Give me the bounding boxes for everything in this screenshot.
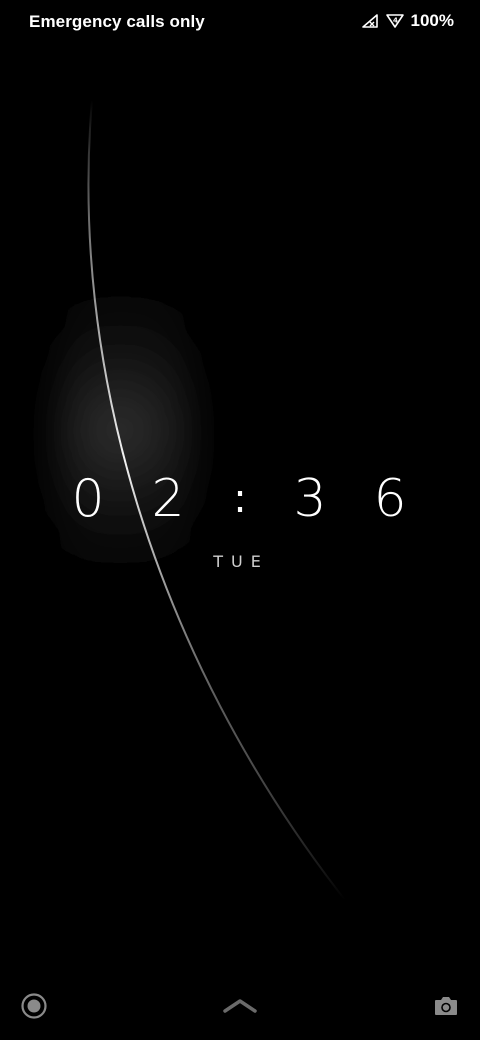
carrier-label: Emergency calls only <box>29 12 205 31</box>
assistant-button[interactable] <box>16 988 52 1024</box>
assistant-icon <box>21 993 47 1019</box>
clock-hour-tens: 0 <box>71 469 105 529</box>
battery-percentage: 100% <box>410 11 454 30</box>
weekday-label: TUE <box>213 552 269 571</box>
camera-icon <box>435 997 457 1015</box>
clock-minute-tens: 3 <box>293 469 327 529</box>
status-icons: 4 100% <box>361 11 454 31</box>
no-sim-icon <box>361 13 379 29</box>
lock-screen: Emergency calls only 4 100% 0 2 : 3 6 TU… <box>0 0 480 1040</box>
swipe-up-handle[interactable] <box>222 988 258 1024</box>
clock-hour-ones: 2 <box>151 469 185 529</box>
lock-clock: 0 2 : 3 6 <box>0 467 480 537</box>
signal-4g-icon: 4 <box>385 13 405 29</box>
status-bar: Emergency calls only 4 100% <box>0 0 480 44</box>
swipe-up-icon <box>223 999 257 1013</box>
clock-minute-ones: 6 <box>373 469 407 529</box>
svg-text:4: 4 <box>393 17 398 25</box>
clock-separator: : <box>233 476 247 522</box>
camera-shortcut-button[interactable] <box>428 988 464 1024</box>
